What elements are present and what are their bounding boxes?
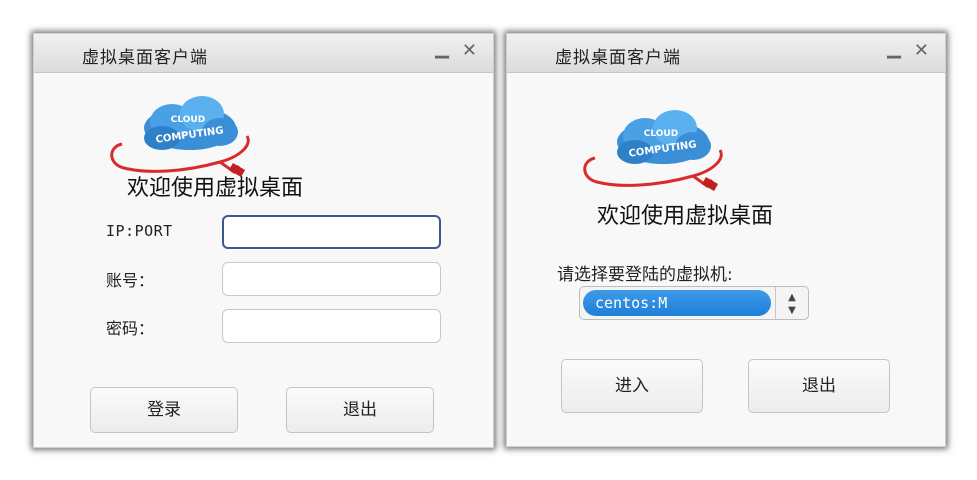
close-icon[interactable]: ✕ [462,40,477,61]
exit-button[interactable]: 退出 [286,387,434,433]
minimize-icon[interactable]: ▁ [435,38,449,59]
vm-select-value[interactable]: centos:M [583,290,771,316]
account-input[interactable] [222,262,441,296]
logo-text-cloud: CLOUD [644,129,678,139]
triangle-up-icon[interactable]: ▲ [776,291,808,304]
minimize-icon[interactable]: ▁ [887,38,901,59]
password-input[interactable] [222,309,441,343]
welcome-text: 欢迎使用虚拟桌面 [127,176,304,201]
enter-button[interactable]: 进入 [561,359,703,413]
exit-button[interactable]: 退出 [748,359,890,413]
welcome-text: 欢迎使用虚拟桌面 [597,204,774,229]
title-bar[interactable]: 虚拟桌面客户端 ▁ ✕ [34,34,493,73]
cloud-computing-logo: CLOUD COMPUTING [583,110,723,191]
triangle-down-icon[interactable]: ▼ [776,304,808,317]
window-title: 虚拟桌面客户端 [82,48,208,68]
login-window: 虚拟桌面客户端 ▁ ✕ CLOUD COMPUTING 欢迎使用虚拟桌面 IP:… [33,33,494,448]
vm-select-combobox[interactable]: centos:M ▲ ▼ [579,286,809,320]
login-button[interactable]: 登录 [90,387,238,433]
title-bar[interactable]: 虚拟桌面客户端 ▁ ✕ [507,34,945,73]
password-label: 密码： [106,319,155,338]
vm-select-window: 虚拟桌面客户端 ▁ ✕ CLOUD COMPUTING 欢迎使用虚拟桌面 请选择… [506,33,946,447]
ip-port-input[interactable] [222,215,441,249]
window-title: 虚拟桌面客户端 [555,48,681,68]
logo-text-cloud: CLOUD [171,115,205,125]
cloud-computing-logo: CLOUD COMPUTING [110,96,250,177]
account-label: 账号： [106,271,155,290]
vm-select-spinner[interactable]: ▲ ▼ [775,287,808,319]
close-icon[interactable]: ✕ [914,40,929,61]
ip-port-label: IP:PORT [106,222,173,240]
vm-select-label: 请选择要登陆的虚拟机: [557,265,733,285]
